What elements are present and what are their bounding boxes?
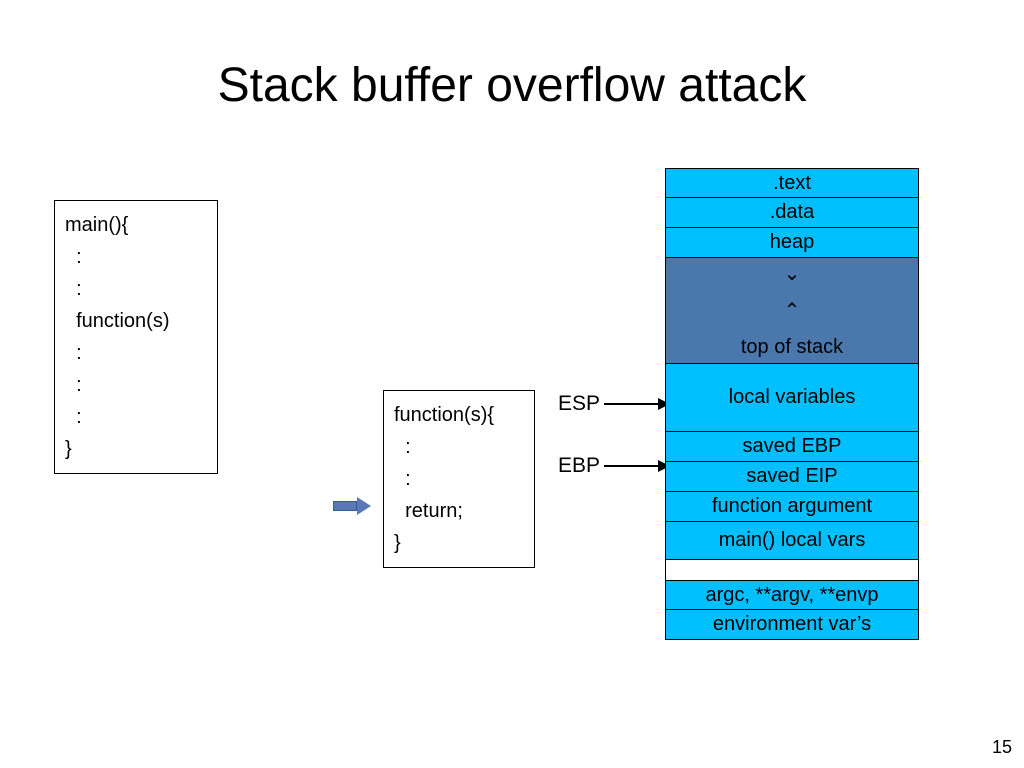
code-line: function(s){ (394, 399, 524, 431)
code-line: function(s) (65, 305, 207, 337)
top-of-stack-label: top of stack (741, 337, 843, 357)
code-line: return; (394, 495, 524, 527)
segment-local-variables: local variables (665, 364, 919, 432)
arrow-line-icon (604, 465, 658, 467)
code-line: : (394, 431, 524, 463)
esp-pointer: ESP (558, 392, 670, 416)
segment-blank (665, 560, 919, 580)
segment-gap: ⌄ ⌃ top of stack (665, 258, 919, 364)
page-number: 15 (992, 737, 1012, 758)
segment-saved-ebp: saved EBP (665, 432, 919, 462)
grow-down-icon: ⌄ (784, 264, 801, 284)
segment-main-locals: main() local vars (665, 522, 919, 560)
grow-up-icon: ⌃ (784, 301, 801, 321)
function-code-box: function(s){ : : return; } (383, 390, 535, 568)
main-code-box: main(){ : : function(s) : : : } (54, 200, 218, 474)
code-line: } (65, 433, 207, 465)
current-line-arrow-icon (333, 497, 371, 515)
ebp-pointer: EBP (558, 454, 670, 478)
code-line: : (394, 463, 524, 495)
segment-environment-vars: environment var’s (665, 610, 919, 640)
code-line: : (65, 337, 207, 369)
segment-argc-argv-envp: argc, **argv, **envp (665, 580, 919, 610)
arrow-line-icon (604, 403, 658, 405)
code-line: : (65, 369, 207, 401)
code-line: : (65, 241, 207, 273)
segment-function-argument: function argument (665, 492, 919, 522)
code-line: : (65, 401, 207, 433)
segment-data: .data (665, 198, 919, 228)
segment-text: .text (665, 168, 919, 198)
memory-layout: .text .data heap ⌄ ⌃ top of stack local … (665, 168, 919, 640)
esp-label: ESP (558, 392, 600, 416)
code-line: } (394, 527, 524, 559)
code-line: : (65, 273, 207, 305)
segment-saved-eip: saved EIP (665, 462, 919, 492)
segment-heap: heap (665, 228, 919, 258)
ebp-label: EBP (558, 454, 600, 478)
slide-title: Stack buffer overflow attack (0, 58, 1024, 113)
code-line: main(){ (65, 209, 207, 241)
